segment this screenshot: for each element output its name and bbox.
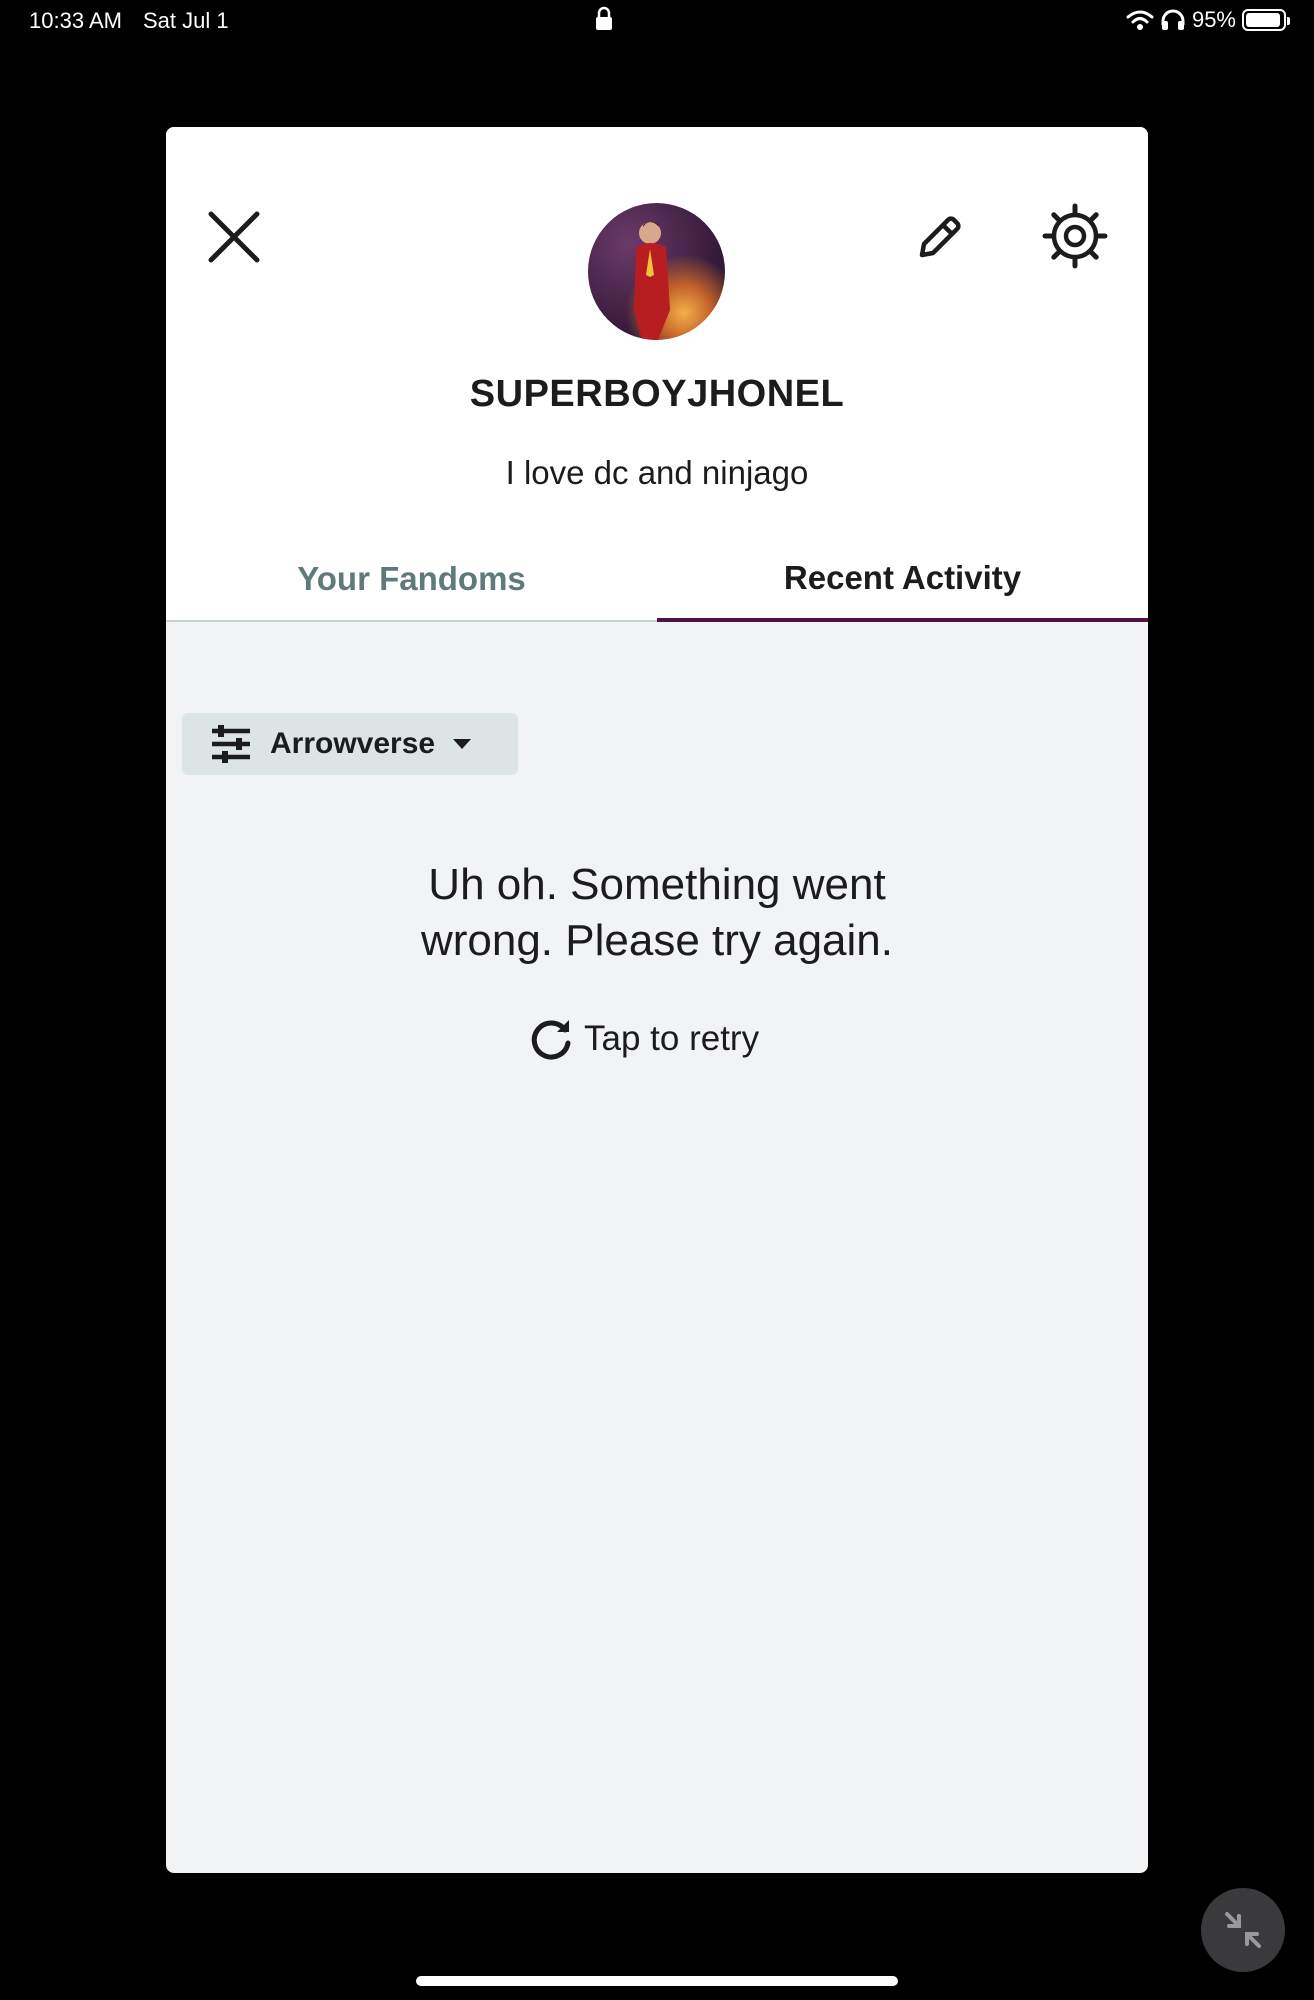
minimize-button[interactable] [1201, 1888, 1285, 1972]
error-message: Uh oh. Something went wrong. Please try … [166, 857, 1148, 969]
status-indicators: 95% [1126, 7, 1290, 33]
profile-bio: I love dc and ninjago [505, 454, 809, 491]
fandom-filter-dropdown[interactable]: Arrowverse [182, 713, 518, 775]
home-indicator[interactable] [416, 1976, 898, 1986]
sliders-icon [212, 725, 250, 763]
battery-level [1246, 13, 1281, 27]
refresh-icon [531, 1020, 571, 1060]
battery-icon [1242, 9, 1290, 31]
status-date: Sat Jul 1 [143, 8, 229, 33]
close-icon [208, 211, 260, 263]
pencil-icon [919, 216, 961, 258]
error-message-line-1: Uh oh. Something went [428, 860, 886, 909]
status-time: 10:33 AM [29, 8, 122, 33]
close-button[interactable] [204, 207, 264, 267]
avatar [588, 203, 725, 340]
caret-down-icon [453, 739, 472, 749]
retry-label: Tap to retry [584, 1019, 760, 1058]
profile-tabs: Your Fandoms Recent Activity [166, 537, 1148, 622]
username: SUPERBOYJHONEL [469, 373, 845, 415]
settings-button[interactable] [1040, 201, 1110, 271]
profile-header: SUPERBOYJHONEL I love dc and ninjago You… [166, 127, 1148, 622]
retry-button[interactable]: Tap to retry [528, 1014, 759, 1064]
lock-icon [596, 6, 612, 30]
profile-modal: SUPERBOYJHONEL I love dc and ninjago You… [166, 127, 1148, 1873]
avatar-figure [634, 221, 670, 340]
minimize-arrows-icon [1225, 1912, 1261, 1948]
battery-percent: 95% [1191, 7, 1236, 32]
gear-icon [1042, 203, 1108, 269]
tab-your-fandoms[interactable]: Your Fandoms [166, 537, 657, 622]
status-bar: 10:33 AM Sat Jul 1 95% [0, 0, 1314, 40]
edit-profile-button[interactable] [910, 207, 970, 267]
error-message-line-2: wrong. Please try again. [420, 916, 894, 965]
filter-selected-label: Arrowverse [270, 727, 436, 760]
wifi-icon [1126, 10, 1154, 30]
tab-recent-activity[interactable]: Recent Activity [657, 537, 1148, 622]
headphones-icon [1161, 9, 1185, 30]
